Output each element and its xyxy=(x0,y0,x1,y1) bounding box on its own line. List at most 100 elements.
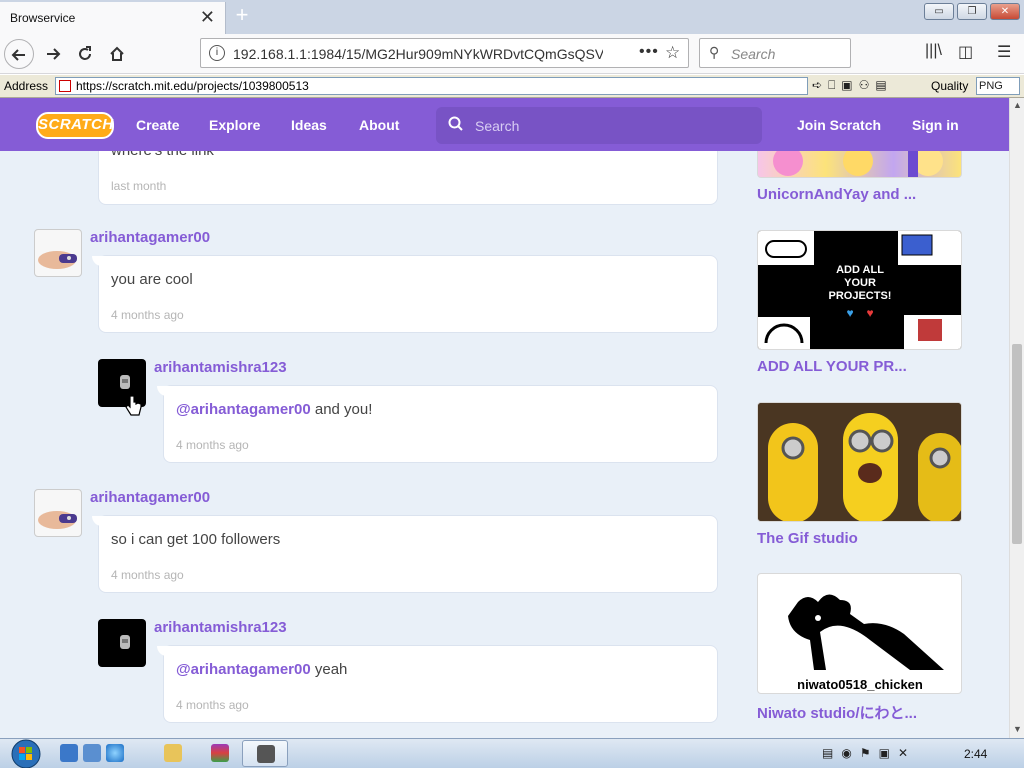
library-icon[interactable]: |||\ xyxy=(925,42,942,60)
navigation-toolbar: i 192.168.1.1:1984/15/MG2Hur909mNYkWRDvt… xyxy=(0,34,1024,74)
add-projects-studio-image: ADD ALL YOUR PROJECTS! ♥ ♥ xyxy=(758,231,961,349)
comment-username[interactable]: arihantamishra123 xyxy=(154,359,287,376)
scroll-down-icon[interactable]: ▼ xyxy=(1013,724,1022,734)
comment-text: so i can get 100 followers xyxy=(111,531,281,548)
tab-close-icon[interactable]: ✕ xyxy=(200,8,215,26)
scratch-logo[interactable]: SCRATCH xyxy=(36,112,114,139)
studio-thumbnail[interactable]: niwato0518_chicken xyxy=(757,573,962,694)
folder-icon[interactable] xyxy=(164,744,182,762)
comment-time: 4 months ago xyxy=(111,308,184,322)
start-button-icon[interactable] xyxy=(6,739,44,768)
studio-title[interactable]: UnicornAndYay and ... xyxy=(757,186,916,203)
url-text[interactable]: 192.168.1.1:1984/15/MG2Hur909mNYkWRDvtCQ… xyxy=(233,46,603,62)
search-icon: ⚲ xyxy=(709,44,720,60)
restore-button[interactable]: ❐ xyxy=(957,3,987,20)
chicken-studio-image: niwato0518_chicken xyxy=(788,594,944,692)
hand-avatar-image xyxy=(38,251,77,269)
studio-title[interactable]: Niwato studio/にわと... xyxy=(757,702,917,723)
internet-explorer-icon[interactable] xyxy=(106,744,124,762)
nav-about[interactable]: About xyxy=(359,117,399,133)
robot-avatar-image xyxy=(120,635,130,649)
studio-thumbnail[interactable] xyxy=(757,402,962,522)
volume-muted-icon[interactable]: ✕ xyxy=(898,746,908,760)
windows-taskbar: ▤ ◉ ⚑ ▣ ✕ 2:44 xyxy=(0,738,1024,768)
hand-cursor-icon xyxy=(125,395,142,416)
document-icon[interactable]: ▤ xyxy=(822,746,833,760)
menu-icon[interactable]: ☰ xyxy=(997,42,1011,62)
comment-username[interactable]: arihantagamer00 xyxy=(90,489,210,506)
comment-bubble: you are cool 4 months ago xyxy=(92,255,718,333)
studio-thumbnail[interactable]: ADD ALL YOUR PROJECTS! ♥ ♥ xyxy=(757,230,962,350)
avatar[interactable] xyxy=(34,489,82,537)
quality-select[interactable]: PNG xyxy=(976,77,1020,95)
reload-button[interactable] xyxy=(70,39,100,69)
mention-link[interactable]: @arihantagamer00 xyxy=(176,401,311,418)
close-window-button[interactable]: ✕ xyxy=(990,3,1020,20)
reload-icon xyxy=(79,46,91,60)
browser-tab[interactable]: Browservice ✕ xyxy=(0,2,226,34)
show-desktop-icon[interactable] xyxy=(60,744,78,762)
active-window-button[interactable] xyxy=(242,740,288,767)
nav-ideas[interactable]: Ideas xyxy=(291,117,327,133)
avatar[interactable] xyxy=(98,619,146,667)
address-field[interactable]: https://scratch.mit.edu/projects/1039800… xyxy=(55,77,808,95)
scratch-search-input[interactable]: Search xyxy=(436,107,762,144)
app-icon xyxy=(257,745,275,763)
browser-search-box[interactable]: ⚲ Search xyxy=(699,38,851,68)
search-icon xyxy=(448,116,463,131)
security-shield-icon[interactable]: ◉ xyxy=(841,746,851,760)
studio-title[interactable]: The Gif studio xyxy=(757,530,858,547)
sidebar-icon[interactable]: ◫ xyxy=(958,42,973,62)
nav-create[interactable]: Create xyxy=(136,117,180,133)
comment-time: 4 months ago xyxy=(176,438,249,452)
minions-gif-image xyxy=(758,403,961,521)
join-scratch-link[interactable]: Join Scratch xyxy=(797,117,881,133)
system-tray: ▤ ◉ ⚑ ▣ ✕ xyxy=(822,746,908,760)
comment-bubble: @arihantagamer00 and you! 4 months ago xyxy=(157,385,718,463)
svg-text:YOUR: YOUR xyxy=(844,277,876,289)
window-switch-icon[interactable] xyxy=(83,744,101,762)
svg-text:niwato0518_chicken: niwato0518_chicken xyxy=(797,677,923,692)
page-scrollbar[interactable]: ▲ ▼ xyxy=(1009,98,1024,738)
mention-link[interactable]: @arihantagamer00 xyxy=(176,661,311,678)
quality-label: Quality xyxy=(931,79,969,93)
network-icon[interactable]: ▣ xyxy=(879,746,890,760)
back-arrow-icon xyxy=(11,49,25,61)
avatar[interactable] xyxy=(34,229,82,277)
save-icon[interactable]: ▣ xyxy=(841,78,852,93)
comment-username[interactable]: arihantamishra123 xyxy=(154,619,287,636)
comment-time: 4 months ago xyxy=(176,698,249,712)
scroll-thumb[interactable] xyxy=(1012,344,1022,544)
info-icon[interactable]: i xyxy=(209,45,225,61)
scroll-up-icon[interactable]: ▲ xyxy=(1013,100,1022,110)
forward-button[interactable] xyxy=(38,39,68,69)
tab-bar: Browservice ✕ + ▭ ❐ ✕ xyxy=(0,0,1024,34)
favicon-icon xyxy=(59,80,71,92)
comment-bubble: so i can get 100 followers 4 months ago xyxy=(92,515,718,593)
back-button[interactable] xyxy=(4,39,34,69)
home-button[interactable] xyxy=(102,39,132,69)
find-icon[interactable]: ⚇ xyxy=(859,78,870,93)
archive-icon[interactable] xyxy=(211,744,229,762)
address-url[interactable]: https://scratch.mit.edu/projects/1039800… xyxy=(76,79,309,93)
bookmark-star-icon[interactable]: ☆ xyxy=(665,43,680,63)
comment-text: you are cool xyxy=(111,271,193,288)
bookmark-icon[interactable]: ⎕ xyxy=(828,78,835,93)
minimize-button[interactable]: ▭ xyxy=(924,3,954,20)
nav-explore[interactable]: Explore xyxy=(209,117,260,133)
go-arrow-icon[interactable]: ➪ xyxy=(812,78,822,93)
comment-username[interactable]: arihantagamer00 xyxy=(90,229,210,246)
studio-title[interactable]: ADD ALL YOUR PR... xyxy=(757,358,907,375)
clock[interactable]: 2:44 xyxy=(964,747,987,761)
clipboard-icon[interactable]: ▤ xyxy=(875,78,886,93)
page-actions-icon[interactable]: ••• xyxy=(639,43,659,61)
svg-text:♥: ♥ xyxy=(846,306,853,320)
flag-icon[interactable]: ⚑ xyxy=(860,746,871,760)
page-viewport: where's the link last month arihantagame… xyxy=(0,98,1009,738)
comment-time: last month xyxy=(111,179,167,193)
comment-text: @arihantagamer00 yeah xyxy=(176,661,348,678)
address-tool-icons: ➪ ⎕ ▣ ⚇ ▤ xyxy=(812,78,887,93)
new-tab-button[interactable]: + xyxy=(232,4,252,26)
url-bar[interactable]: i 192.168.1.1:1984/15/MG2Hur909mNYkWRDvt… xyxy=(200,38,689,68)
sign-in-link[interactable]: Sign in xyxy=(912,117,959,133)
